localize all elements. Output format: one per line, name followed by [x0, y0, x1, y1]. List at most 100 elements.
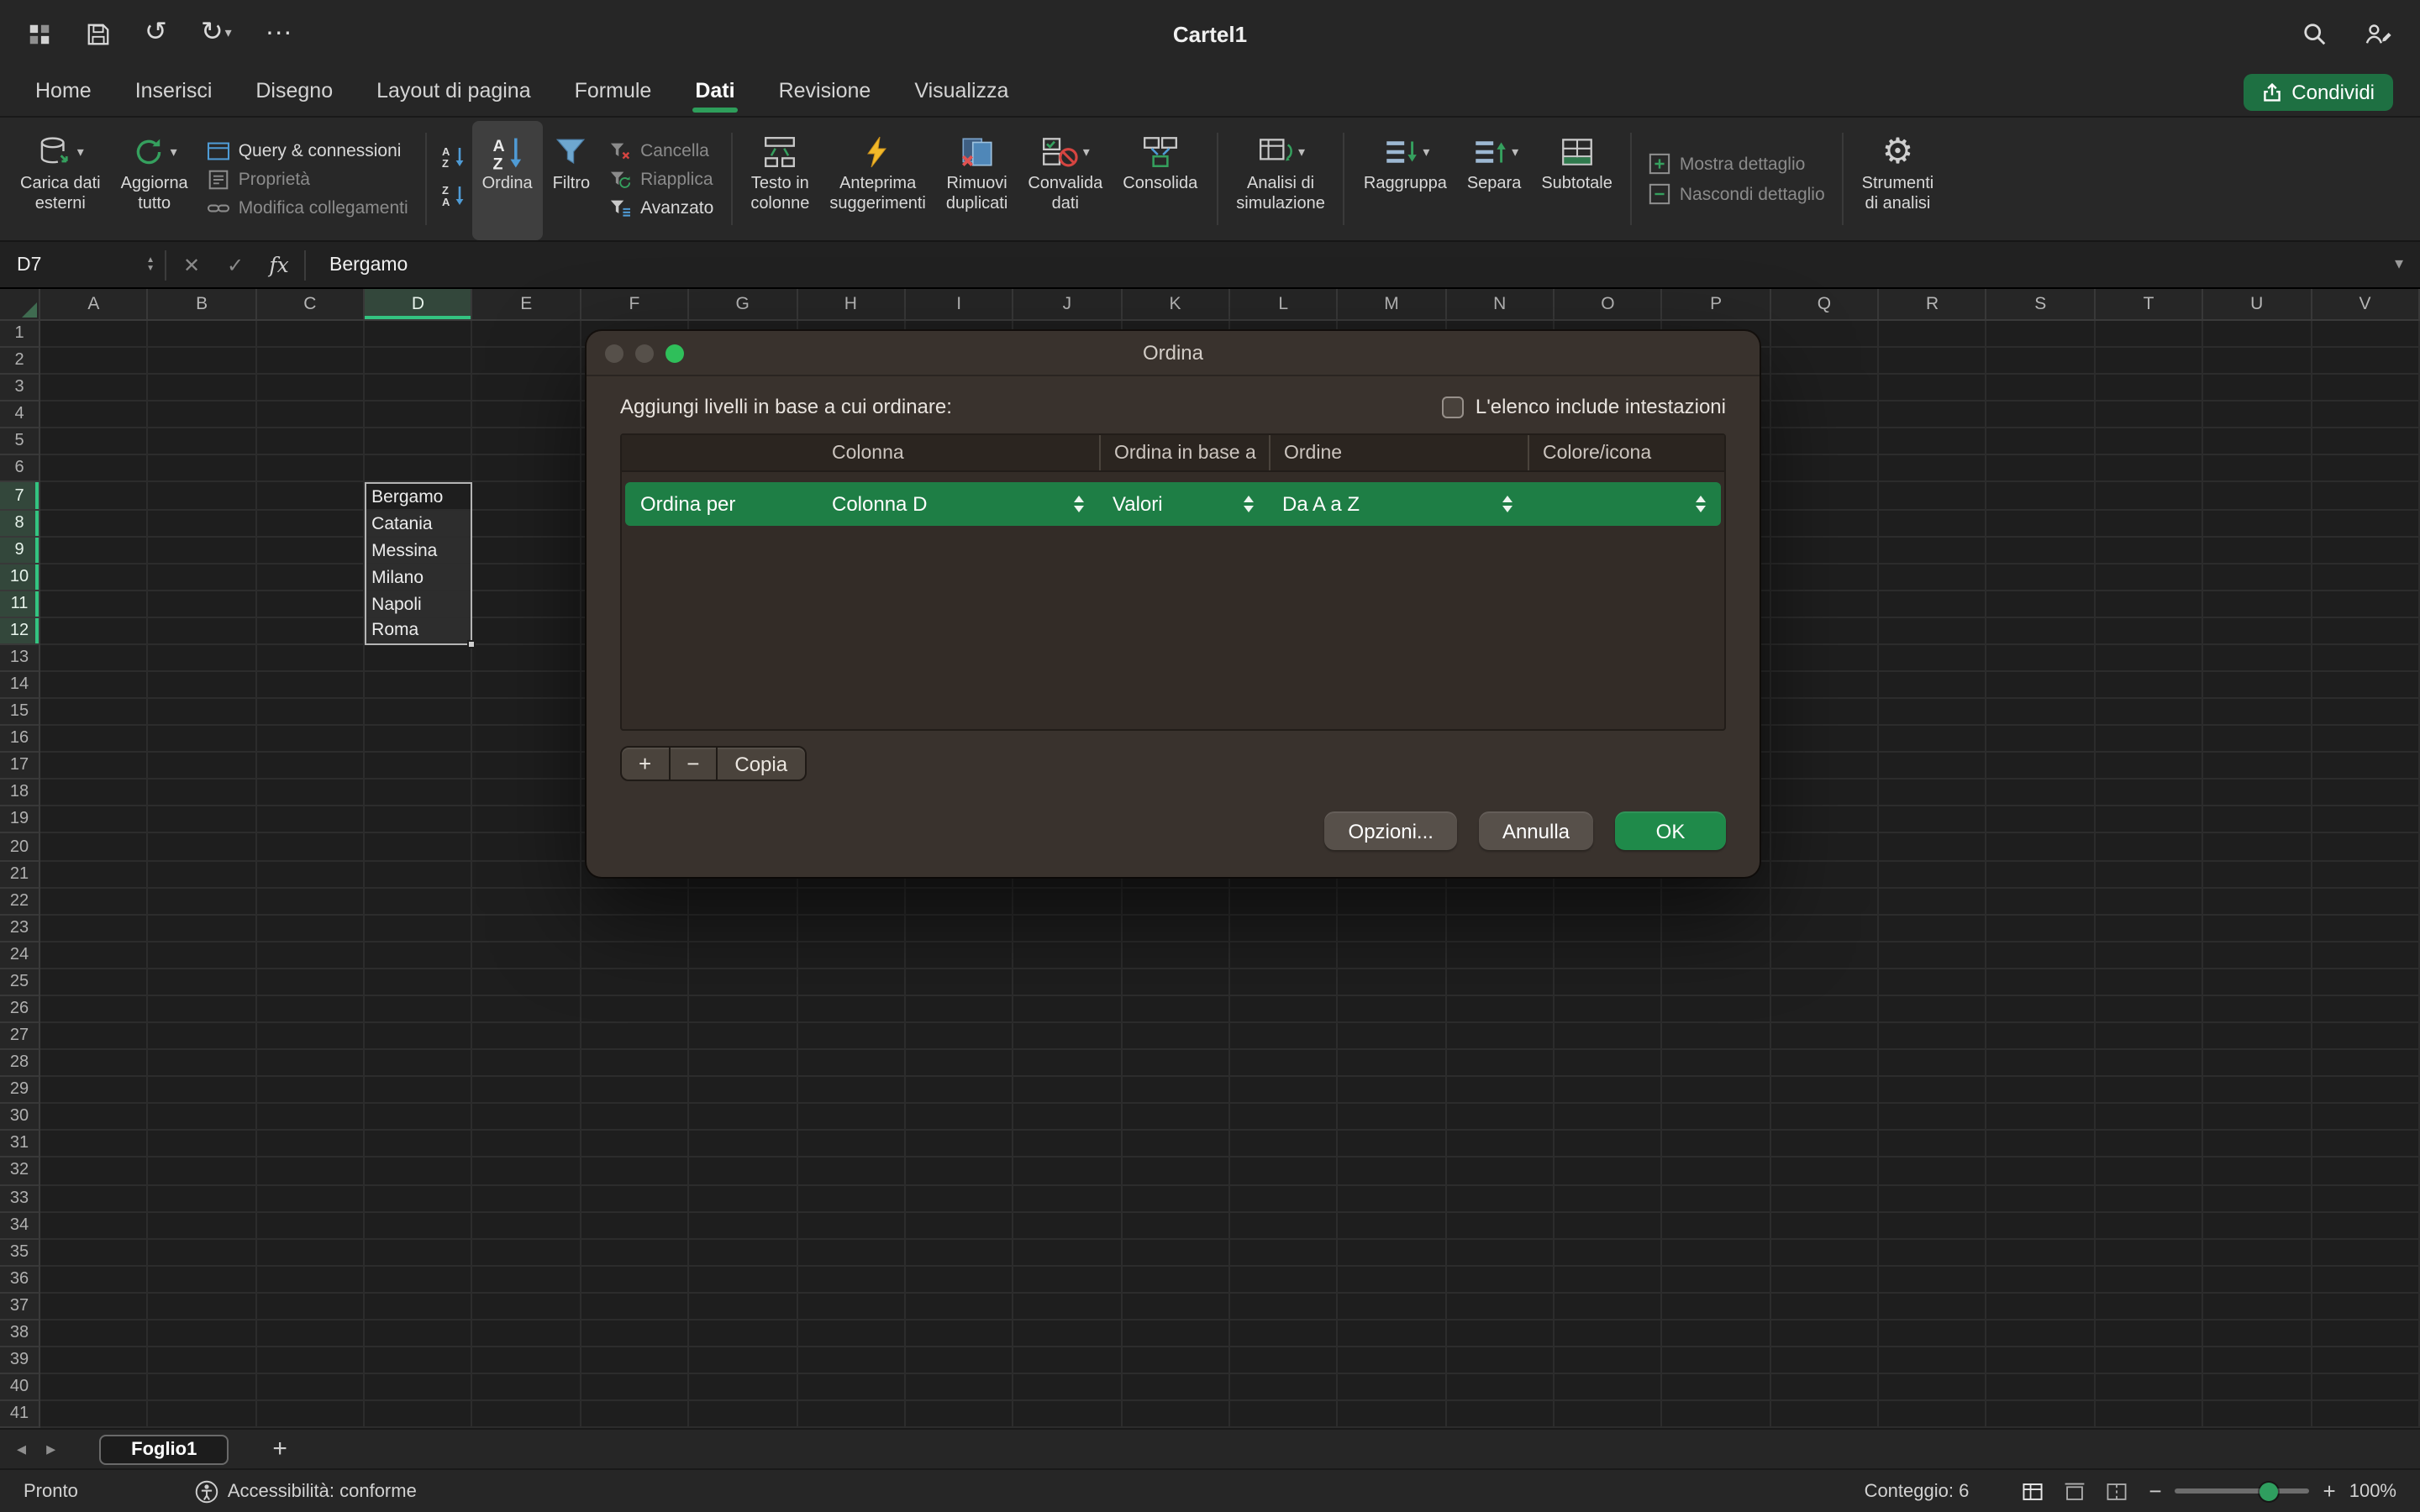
sort-level-row[interactable]: Ordina per Colonna D Valori Da A a Z [625, 482, 1721, 526]
row-header[interactable]: 19 [0, 807, 39, 834]
row-header[interactable]: 3 [0, 375, 39, 402]
tab-inserisci[interactable]: Inserisci [113, 70, 234, 113]
analysis-tools-button[interactable]: ⚙ Strumenti di analisi [1852, 121, 1944, 240]
row-header[interactable]: 32 [0, 1158, 39, 1185]
row-header[interactable]: 9 [0, 537, 39, 564]
prev-sheet-icon[interactable]: ◂ [17, 1438, 26, 1460]
sort-button[interactable]: AZ Ordina [472, 121, 543, 240]
data-validation-button[interactable]: ▾ Convalida dati [1018, 121, 1113, 240]
consolidate-button[interactable]: Consolida [1113, 121, 1207, 240]
column-header[interactable]: T [2096, 289, 2204, 319]
column-header[interactable]: U [2203, 289, 2312, 319]
zoom-in-button[interactable]: + [2323, 1478, 2336, 1504]
add-sheet-button[interactable]: + [272, 1435, 287, 1463]
subtotal-button[interactable]: Subtotale [1531, 121, 1623, 240]
row-header[interactable]: 15 [0, 699, 39, 726]
row-header[interactable]: 35 [0, 1239, 39, 1266]
row-header[interactable]: 27 [0, 1023, 39, 1050]
sort-on-select[interactable]: Valori [1099, 482, 1269, 526]
column-header[interactable]: D [365, 289, 473, 319]
column-header[interactable]: Q [1771, 289, 1880, 319]
column-header[interactable]: P [1663, 289, 1771, 319]
column-header[interactable]: M [1339, 289, 1447, 319]
clear-filter-button[interactable]: Cancella [608, 140, 713, 160]
column-header[interactable]: H [797, 289, 906, 319]
column-header[interactable]: S [1987, 289, 2096, 319]
reapply-filter-button[interactable]: Riapplica [608, 169, 713, 189]
insert-function-icon[interactable]: fx [257, 252, 301, 277]
cell[interactable]: Roma [366, 618, 471, 643]
row-header[interactable]: 10 [0, 564, 39, 591]
fullscreen-button[interactable] [666, 344, 684, 362]
redo-button[interactable]: ↻▾ [201, 20, 232, 47]
row-header[interactable]: 39 [0, 1347, 39, 1374]
load-external-data-button[interactable]: ▾ Carica dati esterni [10, 121, 111, 240]
row-header[interactable]: 21 [0, 861, 39, 888]
hide-detail-button[interactable]: Nascondi dettaglio [1649, 183, 1825, 205]
order-select[interactable]: Da A a Z [1269, 482, 1528, 526]
what-if-analysis-button[interactable]: ▾ Analisi di simulazione [1226, 121, 1335, 240]
include-headers-checkbox[interactable] [1442, 396, 1464, 417]
row-header[interactable]: 20 [0, 834, 39, 861]
row-header[interactable]: 31 [0, 1131, 39, 1158]
column-header[interactable]: K [1122, 289, 1230, 319]
row-header[interactable]: 22 [0, 888, 39, 915]
query-connections-button[interactable]: Query & connessioni [207, 140, 408, 160]
text-to-columns-button[interactable]: Testo in colonne [740, 121, 819, 240]
sheet-tab-foglio1[interactable]: Foglio1 [99, 1434, 229, 1464]
undo-icon[interactable]: ↺ [145, 20, 167, 47]
row-header[interactable]: 7 [0, 483, 39, 510]
ungroup-button[interactable]: ▾ Separa [1457, 121, 1532, 240]
cancel-button[interactable]: Annulla [1479, 811, 1593, 850]
properties-button[interactable]: Proprietà [207, 169, 408, 189]
row-header[interactable]: 40 [0, 1374, 39, 1401]
tab-dati[interactable]: Dati [673, 70, 756, 113]
column-header[interactable]: A [40, 289, 149, 319]
copy-level-button[interactable]: Copia [716, 746, 806, 781]
row-header[interactable]: 18 [0, 780, 39, 807]
filter-button[interactable]: Filtro [543, 121, 600, 240]
color-icon-select[interactable] [1528, 482, 1721, 526]
row-header[interactable]: 2 [0, 348, 39, 375]
column-header[interactable]: G [689, 289, 797, 319]
save-icon[interactable] [86, 21, 111, 46]
name-box[interactable]: D7 ▲ ▼ [0, 242, 161, 287]
close-button[interactable] [605, 344, 623, 362]
sort-ascending-button[interactable]: AZ [440, 144, 467, 176]
share-button[interactable]: Condividi [2243, 73, 2393, 110]
cell[interactable]: Catania [366, 512, 471, 538]
row-header[interactable]: 23 [0, 915, 39, 942]
next-sheet-icon[interactable]: ▸ [46, 1438, 55, 1460]
zoom-slider[interactable] [2175, 1488, 2310, 1494]
row-header[interactable]: 12 [0, 618, 39, 645]
search-icon[interactable] [2302, 21, 2328, 46]
ok-button[interactable]: OK [1615, 811, 1726, 850]
row-header[interactable]: 37 [0, 1294, 39, 1320]
row-header[interactable]: 28 [0, 1050, 39, 1077]
row-header[interactable]: 17 [0, 753, 39, 780]
options-button[interactable]: Opzioni... [1325, 811, 1457, 850]
row-header[interactable]: 24 [0, 942, 39, 969]
row-header[interactable]: 6 [0, 456, 39, 483]
cell[interactable]: Messina [366, 538, 471, 565]
column-header[interactable]: E [473, 289, 581, 319]
select-all-corner[interactable] [0, 289, 40, 319]
cell[interactable]: Milano [366, 564, 471, 591]
flash-fill-button[interactable]: Anteprima suggerimenti [819, 121, 936, 240]
formula-input[interactable]: Bergamo [329, 255, 2395, 275]
confirm-entry-icon[interactable]: ✓ [213, 253, 257, 276]
cancel-entry-icon[interactable]: ✕ [170, 253, 213, 276]
row-header[interactable]: 8 [0, 510, 39, 537]
tab-visualizza[interactable]: Visualizza [892, 70, 1030, 113]
row-header[interactable]: 14 [0, 672, 39, 699]
sort-descending-button[interactable]: ZA [440, 182, 467, 214]
fill-handle[interactable] [468, 640, 476, 648]
column-header[interactable]: C [256, 289, 365, 319]
remove-duplicates-button[interactable]: Rimuovi duplicati [936, 121, 1018, 240]
row-header[interactable]: 25 [0, 969, 39, 996]
zoom-level[interactable]: 100% [2349, 1481, 2396, 1501]
row-header[interactable]: 4 [0, 402, 39, 428]
tab-layout-di-pagina[interactable]: Layout di pagina [355, 70, 553, 113]
tab-formule[interactable]: Formule [553, 70, 674, 113]
row-header[interactable]: 36 [0, 1266, 39, 1293]
